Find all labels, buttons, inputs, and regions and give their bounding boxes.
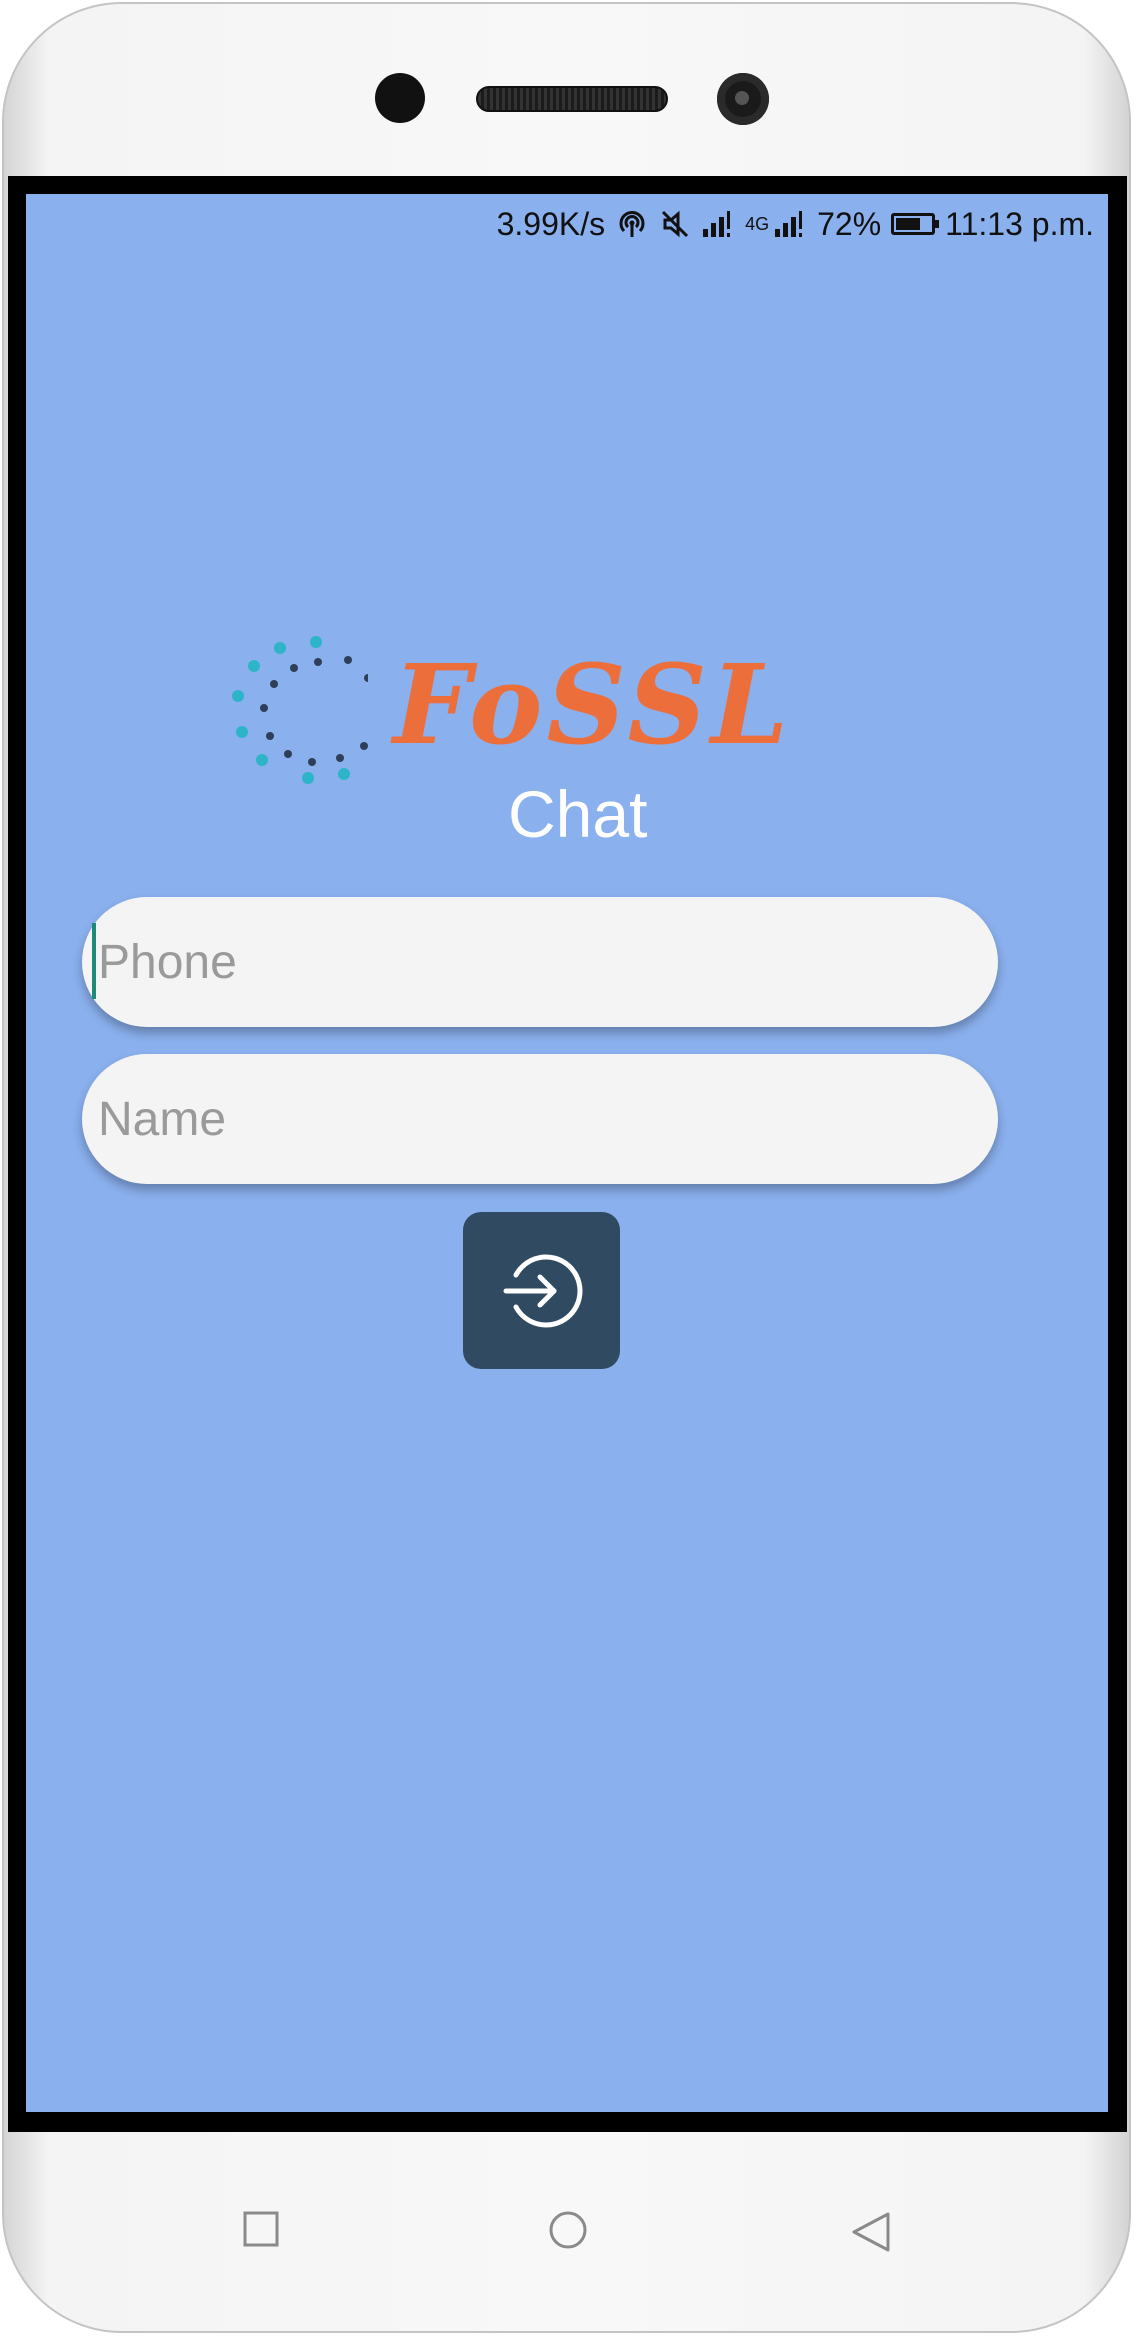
name-input[interactable] [98, 1091, 998, 1147]
proximity-sensor [717, 73, 769, 125]
earpiece-speaker [476, 86, 668, 112]
fossl-chat-logo: FoSSL Chat [208, 630, 788, 880]
circle-icon [549, 2211, 587, 2249]
logo-subtitle: Chat [508, 777, 648, 851]
text-cursor [92, 923, 96, 999]
navigation-bar [0, 2132, 1135, 2332]
recent-apps-button[interactable] [242, 2210, 280, 2253]
mute-icon [659, 208, 691, 240]
signal-icon [701, 209, 735, 239]
phone-input[interactable] [98, 934, 998, 990]
clock: 11:13 p.m. [945, 205, 1094, 242]
signal-4g-icon [773, 209, 807, 239]
hotspot-icon [615, 207, 649, 241]
network-type-label: 4G [745, 213, 770, 234]
status-bar: 3.99K/s 4G 72% 11:13 p.m. [497, 204, 1094, 244]
network-speed: 3.99K/s [496, 205, 606, 242]
login-button[interactable] [463, 1212, 620, 1369]
battery-percentage: 72% [817, 205, 882, 242]
battery-level-fill [896, 218, 921, 230]
logo-title: FoSSL [393, 640, 793, 769]
login-arrow-icon [503, 1254, 582, 1327]
battery-icon [891, 213, 940, 235]
triangle-back-icon [852, 2212, 890, 2252]
back-button[interactable] [850, 2210, 892, 2259]
dotted-circle-logo-icon [232, 636, 368, 784]
name-field[interactable] [82, 1054, 998, 1184]
front-camera [375, 73, 425, 123]
home-button[interactable] [548, 2210, 588, 2255]
square-icon [243, 2211, 279, 2247]
phone-field[interactable] [82, 897, 998, 1027]
